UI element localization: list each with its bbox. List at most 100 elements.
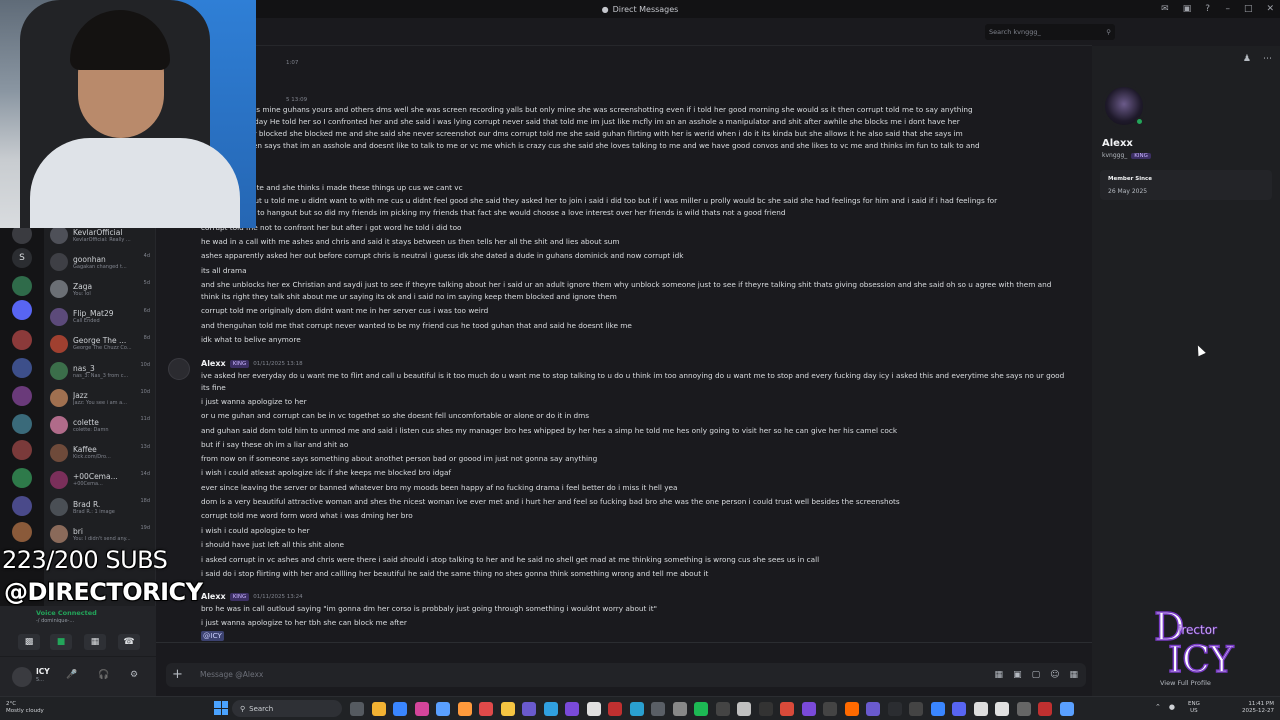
language-indicator[interactable]: ENG US (1188, 701, 1200, 715)
dm-item[interactable]: Brad R. Brad R.: 1 image 18d (50, 495, 154, 519)
dm-preview: You: I didn't send any... (73, 535, 131, 542)
apps-icon[interactable]: ▦ (1069, 670, 1078, 680)
taskbar-app-icon[interactable] (1016, 702, 1031, 716)
screen-icon[interactable]: ▣ (1183, 4, 1192, 14)
dm-item[interactable]: colette colette: Damn 11d (50, 413, 154, 437)
close-icon[interactable]: ✕ (1266, 4, 1274, 14)
server-icon[interactable] (12, 496, 32, 516)
server-icon[interactable] (12, 358, 32, 378)
taskbar-app-icon[interactable] (608, 702, 622, 716)
taskbar-search[interactable]: ⚲ Search (232, 700, 342, 717)
taskbar-app-icon[interactable] (500, 702, 515, 716)
inbox-icon[interactable]: ✉ (1161, 4, 1169, 14)
taskbar-app-icon[interactable] (758, 702, 773, 716)
taskbar-app-icon[interactable] (414, 702, 429, 716)
taskbar-clock[interactable]: 11:41 PM 2025-12-27 (1238, 701, 1274, 715)
message-input[interactable]: Message @Alexx (200, 670, 263, 679)
start-button[interactable] (214, 701, 228, 715)
taskbar-app-icon[interactable] (694, 702, 708, 716)
dm-name: Jazz (73, 390, 88, 400)
mic-icon[interactable]: 🎤 (66, 670, 77, 680)
taskbar-app-icon[interactable] (586, 702, 601, 716)
gif-icon[interactable]: ▣ (1013, 670, 1022, 680)
message-text: from now on if someone says something ab… (201, 454, 598, 463)
avatar (50, 334, 68, 353)
dm-item[interactable]: goonhan Gagakan changed t... 4d (50, 250, 154, 274)
taskbar-app-icon[interactable] (887, 702, 902, 716)
dm-item[interactable]: Zaga You: lol 5d (50, 277, 154, 301)
server-icon[interactable] (12, 522, 32, 542)
taskbar-app-icon[interactable] (479, 702, 493, 716)
avatar[interactable] (168, 358, 190, 380)
taskbar-app-icon[interactable] (436, 702, 450, 716)
minimize-icon[interactable]: – (1225, 4, 1230, 14)
message-author[interactable]: Alexx (201, 592, 226, 601)
dm-item[interactable]: George The ... George The Chuzz Co... 8d (50, 332, 154, 356)
gear-icon[interactable]: ⚙ (130, 670, 138, 680)
taskbar-app-icon[interactable] (1038, 702, 1052, 716)
taskbar-app-icon[interactable] (371, 702, 386, 716)
taskbar-app-icon[interactable] (457, 702, 472, 716)
taskbar-app-icon[interactable] (350, 702, 364, 716)
dm-item[interactable]: nas_3 nas_3: Nas_3 from c... 10d (50, 359, 154, 383)
mic-icon[interactable]: ● (1169, 703, 1175, 711)
dm-item[interactable]: +00Cema... +00Cema... 14d (50, 468, 154, 492)
dm-preview: colette: Damn (73, 426, 109, 433)
disconnect-button[interactable]: ☎ (118, 634, 140, 650)
taskbar-app-icon[interactable] (651, 702, 665, 716)
server-letter-icon[interactable]: S (12, 248, 32, 268)
add-attachment-button[interactable]: + (172, 666, 183, 684)
taskbar-app-icon[interactable] (801, 702, 816, 716)
avatar[interactable] (12, 667, 32, 687)
taskbar-app-icon[interactable] (866, 702, 880, 716)
dm-item[interactable]: bri You: I didn't send any... 19d (50, 522, 154, 546)
taskbar-app-icon[interactable] (629, 702, 644, 716)
taskbar-app-icon[interactable] (823, 702, 837, 716)
taskbar-app-icon[interactable] (715, 702, 730, 716)
taskbar-app-icon[interactable] (844, 702, 859, 716)
taskbar-app-icon[interactable] (543, 702, 558, 716)
taskbar-app-icon[interactable] (737, 702, 751, 716)
dm-item[interactable]: Jazz Jazz: You see i am a... 10d (50, 386, 154, 410)
avatar (50, 443, 68, 462)
headphones-icon[interactable]: 🎧 (98, 670, 109, 680)
add-friend-icon[interactable]: ♟ (1243, 54, 1251, 64)
emoji-icon[interactable]: ☺ (1050, 670, 1059, 680)
taskbar-app-icon[interactable] (930, 702, 945, 716)
taskbar-app-icon[interactable] (952, 702, 966, 716)
taskbar-app-icon[interactable] (995, 702, 1009, 716)
taskbar-app-icon[interactable] (973, 702, 988, 716)
dm-item[interactable]: Kaffee Kick.com/Dro... 13d (50, 441, 154, 465)
weather-widget[interactable]: 2°C Mostly cloudy (6, 701, 44, 715)
help-icon[interactable]: ? (1205, 4, 1210, 14)
sticker-icon[interactable]: ▢ (1032, 670, 1041, 680)
server-icon[interactable] (12, 386, 32, 406)
server-icon[interactable] (12, 330, 32, 350)
view-full-profile-link[interactable]: View Full Profile (1160, 679, 1211, 687)
chevron-up-icon[interactable]: ⌃ (1155, 703, 1161, 711)
camera-button[interactable]: ■ (50, 634, 72, 650)
user-mention[interactable]: @ICY (201, 631, 224, 641)
activity-button[interactable]: ▦ (84, 634, 106, 650)
taskbar-app-icon[interactable] (565, 702, 579, 716)
taskbar-app-icon[interactable] (522, 702, 536, 716)
gift-icon[interactable]: ▦ (995, 670, 1004, 680)
server-icon[interactable] (12, 300, 32, 320)
taskbar-app-icon[interactable] (393, 702, 407, 716)
server-icon[interactable] (12, 276, 32, 296)
server-icon[interactable] (12, 440, 32, 460)
screen-share-button[interactable]: ▩ (18, 634, 40, 650)
message-author[interactable]: Alexx (201, 359, 226, 368)
taskbar-app-icon[interactable] (672, 702, 687, 716)
dm-item[interactable]: Flip_Mat29 Call Ended 6d (50, 305, 154, 329)
voice-channel[interactable]: -/ dominique-... (36, 618, 74, 624)
search-input[interactable]: Search kvnggg_ ⚲ (985, 24, 1115, 40)
taskbar-app-icon[interactable] (909, 702, 923, 716)
server-icon[interactable] (12, 414, 32, 434)
more-icon[interactable]: ⋯ (1263, 54, 1272, 64)
taskbar-app-icon[interactable] (1059, 702, 1074, 716)
webcam-person-shirt (30, 138, 240, 228)
server-icon[interactable] (12, 468, 32, 488)
taskbar-app-icon[interactable] (780, 702, 794, 716)
maximize-icon[interactable]: □ (1244, 4, 1253, 14)
